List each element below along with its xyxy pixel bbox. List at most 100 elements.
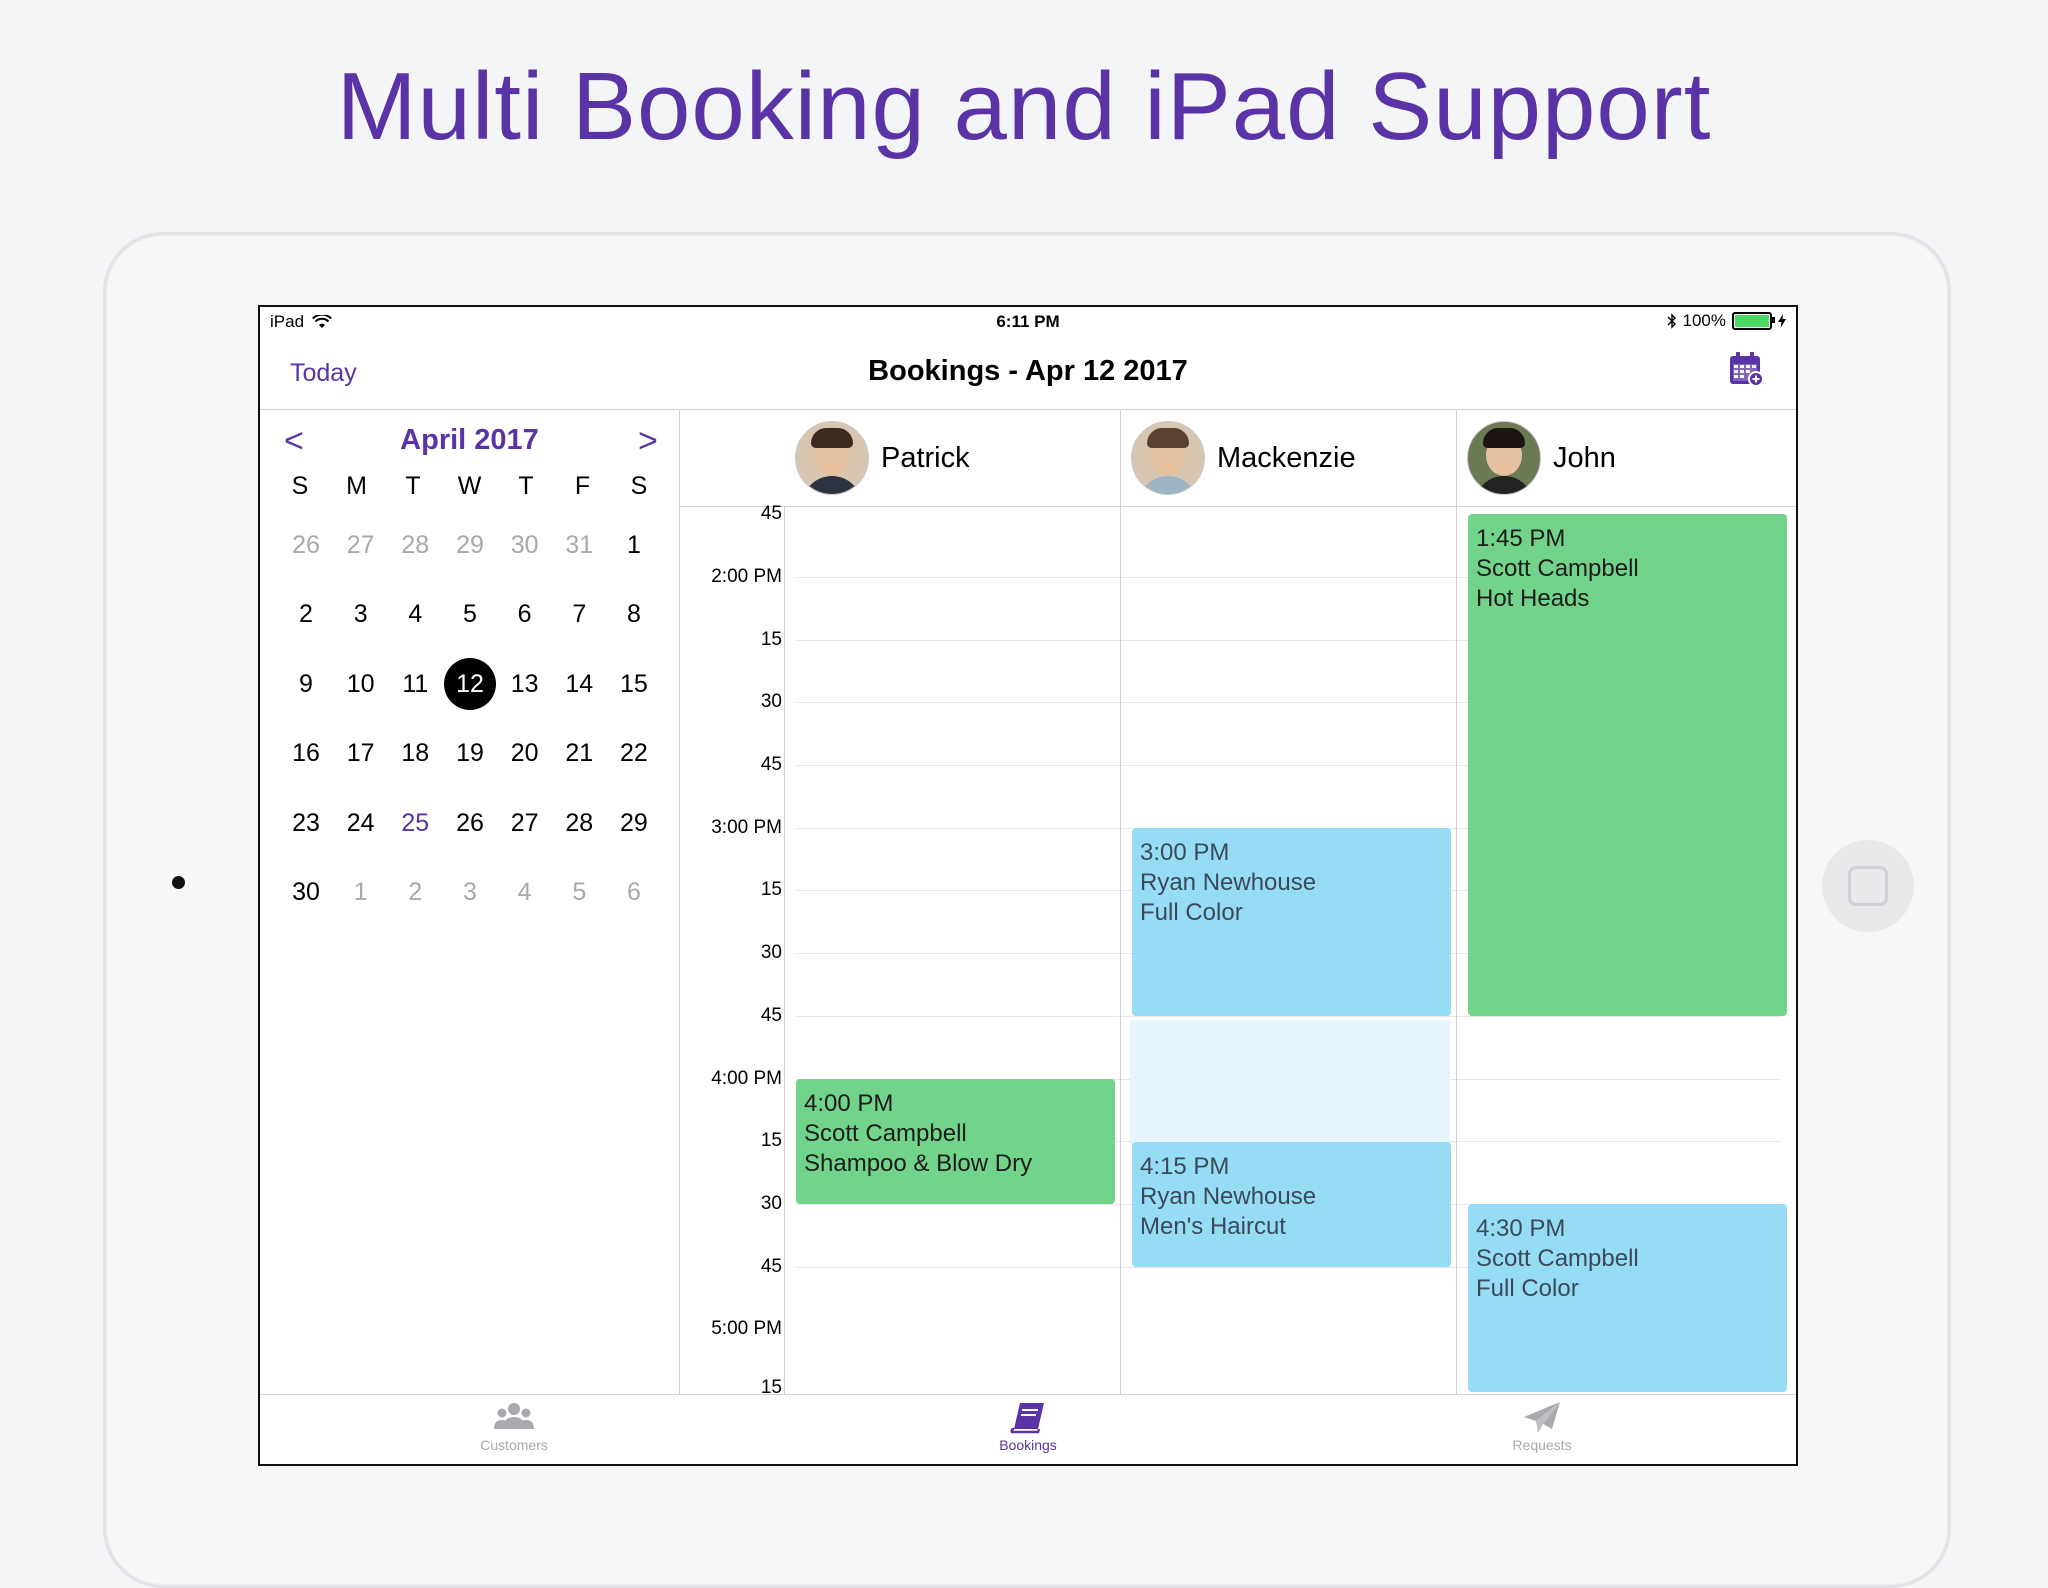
calendar-add-icon[interactable] (1728, 351, 1764, 387)
booking-service: Full Color (1476, 1275, 1579, 1302)
calendar-day[interactable]: 21 (553, 727, 605, 779)
charging-icon (1778, 314, 1786, 328)
calendar-day[interactable]: 1 (335, 866, 387, 918)
booking-client: Scott Campbell (1476, 555, 1639, 582)
calendar-day[interactable]: 2 (389, 866, 441, 918)
calendar-day[interactable]: 11 (389, 658, 441, 710)
calendar-day[interactable]: 30 (499, 519, 551, 571)
linked-booking-highlight (1130, 1020, 1450, 1145)
navigation-bar: Today Bookings - Apr 12 2017 (260, 335, 1796, 410)
time-label: 45 (760, 1256, 782, 1277)
calendar-days-grid: 26 27 28 29 30 31 1 2 3 4 5 6 7 8 9 10 1… (280, 510, 660, 927)
calendar-day[interactable]: 16 (280, 727, 332, 779)
booking-service: Full Color (1140, 899, 1243, 926)
promo-headline: Multi Booking and iPad Support (336, 53, 1712, 160)
staff-column-header-mackenzie[interactable]: Mackenzie (1131, 410, 1356, 506)
calendar-day[interactable]: 23 (280, 797, 332, 849)
next-month-button[interactable]: > (638, 422, 658, 461)
calendar-month-title: April 2017 (400, 424, 539, 456)
calendar-day[interactable]: 15 (608, 658, 660, 710)
calendar-day[interactable]: 2 (280, 588, 332, 640)
booking-time: 4:00 PM (804, 1090, 894, 1117)
home-button[interactable] (1822, 840, 1914, 932)
booking-card[interactable]: 4:00 PM Scott Campbell Shampoo & Blow Dr… (796, 1079, 1115, 1204)
staff-name: Patrick (881, 441, 970, 474)
calendar-day[interactable]: 31 (553, 519, 605, 571)
weekday-label: M (346, 472, 367, 500)
ipad-camera (172, 876, 185, 889)
calendar-day[interactable]: 26 (444, 797, 496, 849)
calendar-day[interactable]: 17 (335, 727, 387, 779)
booking-client: Ryan Newhouse (1140, 1183, 1317, 1210)
tab-bookings[interactable]: Bookings (928, 1395, 1128, 1464)
calendar-day[interactable]: 20 (499, 727, 551, 779)
calendar-day[interactable]: 7 (553, 588, 605, 640)
calendar-day[interactable]: 14 (553, 658, 605, 710)
calendar-day[interactable]: 6 (608, 866, 660, 918)
calendar-week: 30 1 2 3 4 5 6 (280, 858, 660, 928)
weekday-label: T (518, 472, 534, 500)
calendar-day[interactable]: 6 (499, 588, 551, 640)
calendar-day[interactable]: 1 (608, 519, 660, 571)
booking-card[interactable]: 3:00 PM Ryan Newhouse Full Color (1132, 828, 1451, 1016)
calendar-day-today[interactable]: 25 (389, 797, 441, 849)
staff-header: Patrick Mackenzie John (680, 410, 1796, 507)
calendar-day[interactable]: 27 (499, 797, 551, 849)
tab-customers[interactable]: Customers (414, 1395, 614, 1464)
time-label: 30 (760, 1193, 782, 1214)
avatar (1467, 421, 1541, 495)
calendar-day[interactable]: 28 (389, 519, 441, 571)
time-label: 5:00 PM (711, 1318, 782, 1339)
booking-card[interactable]: 1:45 PM Scott Campbell Hot Heads (1468, 514, 1787, 1016)
calendar-day[interactable]: 3 (335, 588, 387, 640)
staff-name: Mackenzie (1217, 441, 1356, 474)
time-label: 30 (760, 942, 782, 963)
calendar-week: 9 10 11 12 13 14 15 (280, 649, 660, 719)
calendar-day[interactable]: 30 (280, 866, 332, 918)
booking-time: 3:00 PM (1140, 839, 1230, 866)
booking-client: Scott Campbell (804, 1120, 967, 1147)
booking-card[interactable]: 4:30 PM Scott Campbell Full Color (1468, 1204, 1787, 1392)
calendar-day[interactable]: 4 (499, 866, 551, 918)
month-calendar: < April 2017 > S M T W T F S 26 27 28 29… (260, 410, 680, 1394)
calendar-day[interactable]: 13 (499, 658, 551, 710)
calendar-day[interactable]: 26 (280, 519, 332, 571)
time-label: 3:00 PM (711, 817, 782, 838)
calendar-day[interactable]: 24 (335, 797, 387, 849)
calendar-day[interactable]: 28 (553, 797, 605, 849)
customers-icon (494, 1403, 534, 1429)
calendar-day[interactable]: 5 (553, 866, 605, 918)
calendar-day[interactable]: 29 (444, 519, 496, 571)
grid-line (796, 1016, 1781, 1017)
tab-label: Customers (480, 1437, 548, 1453)
tab-requests[interactable]: Requests (1442, 1395, 1642, 1464)
calendar-day[interactable]: 22 (608, 727, 660, 779)
staff-column-header-john[interactable]: John (1467, 410, 1616, 506)
staff-name: John (1553, 441, 1616, 474)
weekday-label: T (405, 472, 421, 500)
calendar-day-selected[interactable]: 12 (443, 657, 496, 710)
booking-service: Men's Haircut (1140, 1213, 1286, 1240)
schedule-view: Patrick Mackenzie John 45 2:00 PM 15 30 … (680, 410, 1796, 1398)
status-bar: iPad 6:11 PM 100% (260, 307, 1796, 335)
calendar-day[interactable]: 18 (389, 727, 441, 779)
weekday-label: W (457, 472, 482, 500)
calendar-day[interactable]: 19 (444, 727, 496, 779)
booking-card[interactable]: 4:15 PM Ryan Newhouse Men's Haircut (1132, 1142, 1451, 1267)
calendar-day[interactable]: 9 (280, 658, 332, 710)
calendar-day[interactable]: 10 (335, 658, 387, 710)
calendar-day[interactable]: 29 (608, 797, 660, 849)
calendar-week: 23 24 25 26 27 28 29 (280, 788, 660, 858)
booking-service: Shampoo & Blow Dry (804, 1150, 1033, 1177)
calendar-day[interactable]: 4 (389, 588, 441, 640)
tab-label: Bookings (999, 1437, 1057, 1453)
staff-column-header-patrick[interactable]: Patrick (795, 410, 970, 506)
calendar-day[interactable]: 3 (444, 866, 496, 918)
calendar-day[interactable]: 27 (335, 519, 387, 571)
calendar-day[interactable]: 5 (444, 588, 496, 640)
avatar (1131, 421, 1205, 495)
calendar-day[interactable]: 8 (608, 588, 660, 640)
booking-time: 1:45 PM (1476, 525, 1566, 552)
booking-service: Hot Heads (1476, 585, 1590, 612)
booking-time: 4:30 PM (1476, 1215, 1566, 1242)
